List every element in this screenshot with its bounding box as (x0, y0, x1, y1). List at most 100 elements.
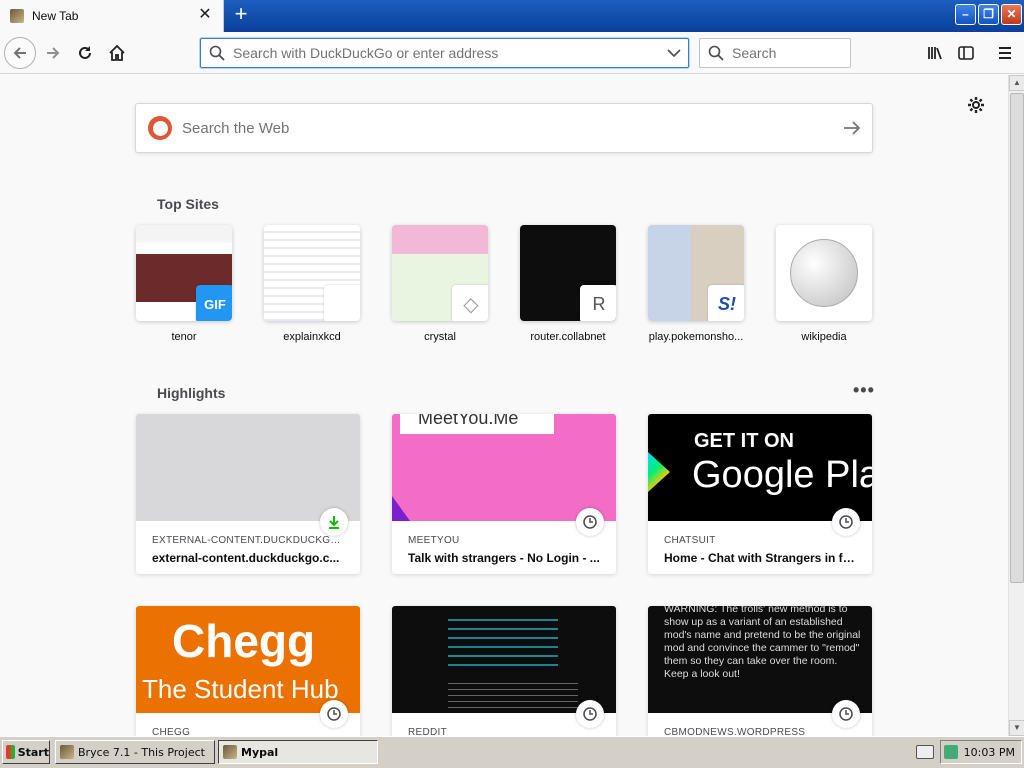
taskbar-item-mypal[interactable]: Mypal (218, 740, 378, 764)
site-favicon-icon (324, 285, 360, 321)
minimize-button[interactable]: – (955, 4, 976, 25)
highlight-card[interactable]: REDDIT (392, 606, 616, 736)
google-play-icon (648, 452, 670, 492)
duckduckgo-logo-icon (148, 116, 172, 140)
web-search-box[interactable]: Search the Web (135, 103, 873, 153)
home-button[interactable] (102, 38, 132, 68)
site-thumbnail: ◇ (392, 225, 488, 321)
highlights-heading: Highlights (157, 385, 226, 401)
site-thumbnail: S! (648, 225, 744, 321)
diamond-icon: ◇ (452, 285, 488, 321)
clock-icon (320, 700, 348, 728)
site-thumbnail: GIF (136, 225, 232, 321)
clock[interactable]: 10:03 PM (964, 746, 1015, 759)
card-context: CHEGG (152, 727, 191, 736)
forward-button[interactable] (38, 38, 68, 68)
bryce-app-icon (60, 745, 74, 759)
site-thumbnail: R (520, 225, 616, 321)
card-image-text: The Student Hub (142, 674, 339, 704)
network-icon[interactable] (943, 745, 958, 759)
clock-icon (576, 700, 604, 728)
top-site-label: wikipedia (801, 331, 847, 343)
tab-new-tab[interactable]: New Tab ✕ (0, 0, 224, 32)
address-bar-placeholder: Search with DuckDuckGo or enter address (233, 45, 499, 61)
highlight-card[interactable]: MeetYou.Me MEETYOU Talk with strangers -… (392, 414, 616, 574)
card-context: EXTERNAL-CONTENT.DUCKDUCKGO — 3... (152, 535, 344, 546)
address-bar[interactable]: Search with DuckDuckGo or enter address (200, 38, 689, 68)
system-tray: 10:03 PM (940, 740, 1022, 764)
sidebar-button[interactable] (951, 38, 981, 68)
highlight-card[interactable]: EXTERNAL-CONTENT.DUCKDUCKGO — 3... exter… (136, 414, 360, 574)
highlight-card[interactable]: GET IT ON Google Pla CHATSUIT Home - Cha… (648, 414, 872, 574)
start-label: Start (17, 745, 49, 759)
search-icon (209, 45, 225, 61)
home-icon (109, 44, 125, 61)
web-search-placeholder: Search the Web (182, 119, 290, 137)
top-site-play-pokemonshowdown[interactable]: S! play.pokemonsho... (648, 225, 744, 343)
library-icon (928, 47, 942, 60)
back-button[interactable] (4, 37, 36, 69)
gear-icon[interactable] (966, 95, 986, 115)
taskbar-item-label: Bryce 7.1 - This Project (78, 745, 205, 759)
card-image-text: WARNING: The trolls' new method is to sh… (664, 606, 861, 680)
top-site-crystal[interactable]: ◇ crystal (392, 225, 488, 343)
windows-logo-icon (6, 745, 15, 759)
forward-arrow-icon (47, 47, 60, 59)
taskbar-item-bryce[interactable]: Bryce 7.1 - This Project (55, 740, 215, 764)
new-tab-button[interactable]: + (230, 3, 252, 26)
search-bar-placeholder: Search (732, 45, 777, 61)
taskbar-item-label: Mypal (241, 745, 279, 759)
keyboard-icon[interactable] (916, 745, 934, 759)
card-title: Talk with strangers - No Login - ... (408, 551, 600, 565)
top-site-router-collabnet[interactable]: R router.collabnet (520, 225, 616, 343)
card-context: REDDIT (408, 727, 448, 736)
top-site-label: router.collabnet (530, 331, 606, 343)
top-site-label: tenor (171, 331, 197, 343)
card-title: Home - Chat with Strangers in fr... (664, 551, 856, 565)
card-context: MEETYOU (408, 535, 460, 546)
gif-badge-icon: GIF (196, 285, 232, 321)
top-site-tenor[interactable]: GIF tenor (136, 225, 232, 343)
card-image-text: GET IT ON (694, 430, 794, 452)
scroll-up-arrow-icon[interactable]: ▲ (1009, 75, 1024, 91)
library-button[interactable] (920, 38, 950, 68)
scroll-down-arrow-icon[interactable]: ▼ (1009, 720, 1024, 736)
more-options-icon[interactable]: ••• (853, 380, 875, 401)
tab-strip: New Tab ✕ + – ❐ ✕ (0, 0, 1024, 32)
card-image-text: Chegg (172, 615, 316, 667)
site-thumbnail (776, 225, 872, 321)
back-arrow-icon (13, 47, 26, 59)
mypal-app-icon (223, 745, 237, 759)
letter-r-icon: R (580, 285, 616, 321)
clock-icon (576, 508, 604, 536)
card-context: CHATSUIT (664, 535, 716, 546)
showdown-logo-icon: S! (708, 285, 744, 321)
download-icon (320, 508, 348, 536)
close-window-button[interactable]: ✕ (1001, 4, 1022, 25)
search-bar[interactable]: Search (699, 38, 851, 68)
highlight-card[interactable]: WARNING: The trolls' new method is to sh… (648, 606, 872, 736)
scrollbar-thumb[interactable] (1010, 93, 1024, 583)
reload-button[interactable] (70, 38, 100, 68)
taskbar: Start Bryce 7.1 - This Project Mypal 10:… (0, 736, 1024, 768)
tab-close-icon[interactable]: ✕ (197, 7, 213, 24)
wikipedia-globe-icon (790, 239, 858, 307)
arrow-right-icon[interactable] (832, 120, 872, 136)
card-image: GET IT ON Google Pla (648, 414, 872, 521)
card-image (392, 606, 616, 713)
vertical-scrollbar[interactable]: ▲ ▼ (1008, 75, 1024, 736)
highlight-card[interactable]: Chegg The Student Hub CHEGG (136, 606, 360, 736)
maximize-button[interactable]: ❐ (978, 4, 999, 25)
start-button[interactable]: Start (2, 740, 50, 764)
card-title: external-content.duckduckgo.c... (152, 551, 340, 565)
top-site-wikipedia[interactable]: wikipedia (776, 225, 872, 343)
new-tab-page: Search the Web Top Sites GIF tenor expla… (0, 75, 1008, 736)
card-image: Chegg The Student Hub (136, 606, 360, 713)
card-image: MeetYou.Me (392, 414, 616, 521)
menu-button[interactable] (990, 38, 1020, 68)
top-site-explainxkcd[interactable]: explainxkcd (264, 225, 360, 343)
chevron-down-icon[interactable] (660, 39, 688, 67)
top-site-label: crystal (424, 331, 456, 343)
tab-favicon-icon (10, 9, 24, 23)
card-image: WARNING: The trolls' new method is to sh… (648, 606, 872, 713)
